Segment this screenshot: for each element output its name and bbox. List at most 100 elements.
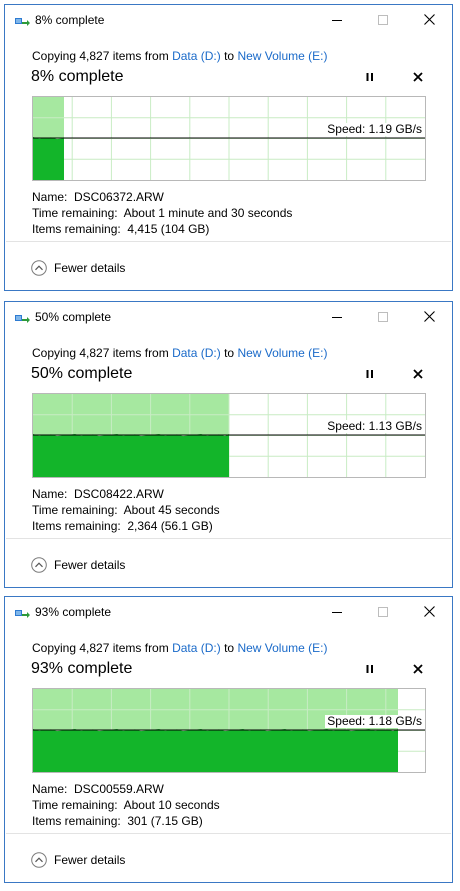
close-icon — [423, 12, 435, 30]
copy-summary-to: to — [220, 49, 238, 63]
minimize-button[interactable] — [314, 597, 360, 629]
close-icon — [423, 309, 435, 327]
name-row: Name: DSC00559.ARW — [32, 781, 220, 797]
items-remaining-row: Items remaining: 301 (7.15 GB) — [32, 813, 220, 829]
chevron-up-circle-icon — [31, 557, 47, 573]
fewer-details-button[interactable]: Fewer details — [31, 557, 125, 573]
cancel-button[interactable] — [406, 659, 430, 681]
minimize-icon — [332, 604, 342, 622]
maximize-icon — [378, 604, 388, 622]
copy-dialog-1: 8% complete Copying 4,827 items from Dat… — [4, 4, 453, 291]
time-remaining-value: About 45 seconds — [123, 503, 220, 517]
copy-summary-to: to — [220, 641, 238, 655]
copy-summary: Copying 4,827 items from Data (D:) to Ne… — [32, 641, 327, 655]
source-link[interactable]: Data (D:) — [172, 346, 221, 360]
source-link[interactable]: Data (D:) — [172, 49, 221, 63]
name-label: Name: — [32, 782, 68, 796]
destination-link[interactable]: New Volume (E:) — [237, 49, 327, 63]
time-remaining-label: Time remaining: — [32, 798, 118, 812]
details-panel: Name: DSC00559.ARW Time remaining: About… — [32, 781, 220, 829]
cancel-button[interactable] — [406, 364, 430, 386]
chevron-up-circle-icon — [31, 260, 47, 276]
name-label: Name: — [32, 190, 68, 204]
copy-summary-prefix: Copying 4,827 items from — [32, 641, 173, 655]
name-row: Name: DSC08422.ARW — [32, 486, 220, 502]
copy-summary-prefix: Copying 4,827 items from — [32, 346, 173, 360]
maximize-button[interactable] — [360, 5, 406, 37]
cancel-button[interactable] — [406, 67, 430, 89]
maximize-icon — [378, 309, 388, 327]
pause-icon — [365, 661, 375, 679]
fewer-details-button[interactable]: Fewer details — [31, 260, 125, 276]
speed-label: Speed: 1.19 GB/s — [325, 122, 424, 136]
items-remaining-label: Items remaining: — [32, 519, 121, 533]
time-remaining-label: Time remaining: — [32, 503, 118, 517]
minimize-icon — [332, 12, 342, 30]
copy-dialog-3: 93% complete Copying 4,827 items from Da… — [4, 596, 453, 883]
speed-history-area — [33, 137, 64, 180]
copy-dialog-2: 50% complete Copying 4,827 items from Da… — [4, 301, 453, 588]
fewer-details-button[interactable]: Fewer details — [31, 852, 125, 868]
pause-button[interactable] — [358, 364, 382, 386]
source-link[interactable]: Data (D:) — [172, 641, 221, 655]
close-button[interactable] — [406, 597, 452, 629]
divider — [6, 538, 451, 539]
window-title: 8% complete — [35, 13, 105, 27]
items-remaining-row: Items remaining: 2,364 (56.1 GB) — [32, 518, 220, 534]
chevron-up-circle-icon — [31, 852, 47, 868]
fewer-details-label: Fewer details — [54, 558, 126, 572]
title-bar[interactable]: 93% complete — [5, 597, 452, 629]
maximize-button[interactable] — [360, 302, 406, 334]
window-title: 93% complete — [35, 605, 112, 619]
copy-summary: Copying 4,827 items from Data (D:) to Ne… — [32, 49, 327, 63]
name-label: Name: — [32, 487, 68, 501]
pause-icon — [365, 366, 375, 384]
name-value: DSC00559.ARW — [74, 782, 164, 796]
items-remaining-value: 301 (7.15 GB) — [127, 814, 203, 828]
title-bar[interactable]: 50% complete — [5, 302, 452, 334]
title-bar[interactable]: 8% complete — [5, 5, 452, 37]
progress-heading: 93% complete — [31, 660, 133, 677]
maximize-button[interactable] — [360, 597, 406, 629]
copy-summary-prefix: Copying 4,827 items from — [32, 49, 173, 63]
cancel-icon — [413, 366, 423, 384]
close-button[interactable] — [406, 5, 452, 37]
minimize-button[interactable] — [314, 302, 360, 334]
cancel-icon — [413, 661, 423, 679]
speed-graph: Speed: 1.19 GB/s — [32, 96, 426, 181]
name-row: Name: DSC06372.ARW — [32, 189, 292, 205]
minimize-button[interactable] — [314, 5, 360, 37]
items-remaining-label: Items remaining: — [32, 814, 121, 828]
fewer-details-label: Fewer details — [54, 853, 126, 867]
copy-files-icon — [14, 15, 30, 29]
pause-button[interactable] — [358, 659, 382, 681]
time-remaining-value: About 1 minute and 30 seconds — [123, 206, 293, 220]
items-remaining-label: Items remaining: — [32, 222, 121, 236]
progress-heading: 50% complete — [31, 365, 133, 382]
details-panel: Name: DSC08422.ARW Time remaining: About… — [32, 486, 220, 534]
divider — [6, 833, 451, 834]
speed-graph: Speed: 1.13 GB/s — [32, 393, 426, 478]
speed-graph-canvas — [33, 689, 425, 772]
close-icon — [423, 604, 435, 622]
destination-link[interactable]: New Volume (E:) — [237, 641, 327, 655]
time-remaining-value: About 10 seconds — [123, 798, 220, 812]
close-button[interactable] — [406, 302, 452, 334]
destination-link[interactable]: New Volume (E:) — [237, 346, 327, 360]
name-value: DSC06372.ARW — [74, 190, 164, 204]
details-panel: Name: DSC06372.ARW Time remaining: About… — [32, 189, 292, 237]
time-remaining-row: Time remaining: About 45 seconds — [32, 502, 220, 518]
maximize-icon — [378, 12, 388, 30]
speed-history-area — [33, 729, 398, 772]
time-remaining-row: Time remaining: About 10 seconds — [32, 797, 220, 813]
fewer-details-label: Fewer details — [54, 261, 126, 275]
speed-history-area — [33, 434, 229, 477]
window-title: 50% complete — [35, 310, 112, 324]
items-remaining-value: 4,415 (104 GB) — [127, 222, 210, 236]
pause-button[interactable] — [358, 67, 382, 89]
speed-label: Speed: 1.18 GB/s — [325, 714, 424, 728]
items-remaining-value: 2,364 (56.1 GB) — [127, 519, 213, 533]
copy-files-icon — [14, 312, 30, 326]
name-value: DSC08422.ARW — [74, 487, 164, 501]
divider — [6, 241, 451, 242]
